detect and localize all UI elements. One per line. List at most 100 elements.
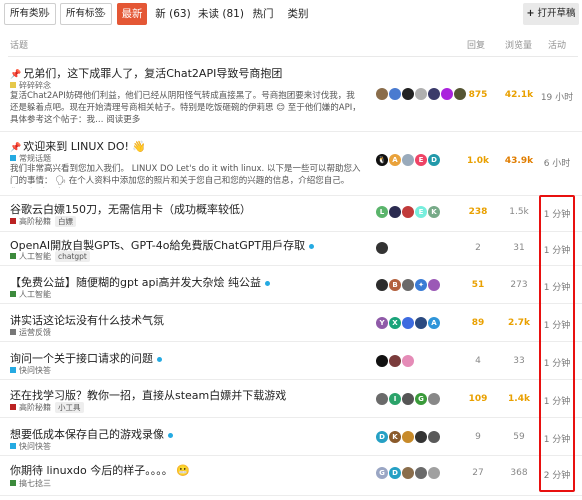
avatar[interactable]: L xyxy=(376,206,388,218)
topic-category[interactable]: 高阶秘籍 白嫖 xyxy=(10,216,76,227)
avatar[interactable]: A xyxy=(428,317,440,329)
avatar[interactable] xyxy=(376,88,388,100)
avatar[interactable]: A xyxy=(389,154,401,166)
avatar[interactable] xyxy=(402,393,414,405)
avatar[interactable]: K xyxy=(389,431,401,443)
avatar[interactable]: D xyxy=(389,467,401,479)
activity-time[interactable]: 6 小时 xyxy=(540,156,574,169)
avatar[interactable] xyxy=(402,154,414,166)
avatar[interactable] xyxy=(441,88,453,100)
topic-title-text[interactable]: 兄弟们，这下成罪人了，复活Chat2API导致号商抱团 xyxy=(23,67,282,80)
avatar[interactable] xyxy=(402,88,414,100)
avatar[interactable]: 🐧 xyxy=(376,154,388,166)
avatar[interactable] xyxy=(376,242,388,254)
tab-new[interactable]: 新 (63) xyxy=(153,3,193,25)
avatar[interactable]: E xyxy=(415,206,427,218)
topic-category[interactable]: 人工智能 chatgpt xyxy=(10,251,90,262)
avatar[interactable] xyxy=(376,355,388,367)
topic-row[interactable]: 【免费公益】随便糊的gpt api高并发大杂烩 纯公益 人工智能 B ✦ 51 … xyxy=(0,266,582,304)
topic-title[interactable]: 你期待 linuxdo 今后的样子。。。。 😬 xyxy=(10,462,190,478)
topic-row[interactable]: 你期待 linuxdo 今后的样子。。。。 😬 搞七捻三 G D 27 368 … xyxy=(0,456,582,496)
avatar[interactable] xyxy=(428,393,440,405)
topic-title[interactable]: 想要低成本保存自己的游戏录像 xyxy=(10,426,173,442)
avatar[interactable] xyxy=(428,279,440,291)
avatar[interactable] xyxy=(402,431,414,443)
avatar[interactable]: E xyxy=(415,154,427,166)
header-views[interactable]: 浏览量 xyxy=(505,38,532,51)
avatar[interactable] xyxy=(415,467,427,479)
avatar[interactable] xyxy=(415,88,427,100)
topic-category[interactable]: 快问快答 xyxy=(10,365,51,376)
avatar[interactable] xyxy=(402,355,414,367)
avatar[interactable]: B xyxy=(389,279,401,291)
reply-count[interactable]: 238 xyxy=(460,207,496,217)
avatar[interactable]: K xyxy=(428,206,440,218)
topic-title[interactable]: 询问一个关于接口请求的问题 xyxy=(10,350,162,366)
topic-tag[interactable]: 小工具 xyxy=(55,402,84,413)
topic-category[interactable]: 高阶秘籍 小工具 xyxy=(10,402,84,413)
header-topic[interactable]: 话题 xyxy=(10,38,28,51)
category-dropdown[interactable]: 所有类别 › xyxy=(4,3,56,25)
reply-count[interactable]: 9 xyxy=(460,432,496,442)
avatar[interactable] xyxy=(428,431,440,443)
tab-top[interactable]: 热门 xyxy=(250,3,276,25)
topic-row[interactable]: 谷歌云白嫖150刀，无需信用卡（成功概率较低） 高阶秘籍 白嫖 L E K 238… xyxy=(0,196,582,232)
avatar[interactable]: X xyxy=(389,317,401,329)
avatar[interactable]: I xyxy=(389,393,401,405)
topic-category[interactable]: 搞七捻三 xyxy=(10,478,51,489)
avatar[interactable] xyxy=(402,467,414,479)
avatar[interactable]: D xyxy=(376,431,388,443)
avatar[interactable] xyxy=(389,206,401,218)
topic-title[interactable]: 讲实话这论坛没有什么技术气氛 xyxy=(10,312,164,328)
avatar[interactable]: G xyxy=(376,467,388,479)
topic-row[interactable]: 还在找学习版？教你一招，直接从steam白嫖并下载游戏 高阶秘籍 小工具 I G … xyxy=(0,380,582,418)
open-draft-button[interactable]: + 打开草稿 xyxy=(523,3,579,25)
topic-title[interactable]: 【免费公益】随便糊的gpt api高并发大杂烩 纯公益 xyxy=(10,274,271,290)
reply-count[interactable]: 109 xyxy=(460,394,496,404)
avatar[interactable] xyxy=(415,431,427,443)
tab-latest[interactable]: 最新 xyxy=(117,3,147,25)
avatar[interactable] xyxy=(376,279,388,291)
topic-category[interactable]: 快问快答 xyxy=(10,441,51,452)
reply-count[interactable]: 51 xyxy=(460,280,496,290)
avatar[interactable]: Y xyxy=(376,317,388,329)
reply-count[interactable]: 89 xyxy=(460,318,496,328)
topic-row[interactable]: 📌 欢迎来到 LINUX DO! 👋 常规话题 我们非常高兴看到您加入我们。 LI… xyxy=(0,132,582,196)
topic-row[interactable]: OpenAI開放自製GPTs、GPT-4o給免費版ChatGPT用戶存取 人工智… xyxy=(0,232,582,266)
avatar[interactable] xyxy=(389,88,401,100)
topic-title-text[interactable]: 欢迎来到 LINUX DO! 👋 xyxy=(23,140,146,153)
header-activity[interactable]: 活动 xyxy=(548,38,566,51)
reply-count[interactable]: 4 xyxy=(460,356,496,366)
topic-category[interactable]: 人工智能 xyxy=(10,289,51,300)
header-replies[interactable]: 回复 xyxy=(467,38,485,51)
reply-count[interactable]: 2 xyxy=(460,243,496,253)
reply-count[interactable]: 27 xyxy=(460,468,496,478)
avatar[interactable] xyxy=(428,88,440,100)
reply-count[interactable]: 875 xyxy=(460,90,496,100)
tab-unread[interactable]: 未读 (81) xyxy=(198,3,244,25)
topic-row[interactable]: 讲实话这论坛没有什么技术气氛 运营反馈 Y X A 89 2.7k 1 分钟 xyxy=(0,304,582,342)
avatar[interactable] xyxy=(389,355,401,367)
activity-time[interactable]: 19 小时 xyxy=(540,90,574,103)
avatar[interactable] xyxy=(428,467,440,479)
avatar[interactable] xyxy=(402,317,414,329)
reply-count[interactable]: 1.0k xyxy=(460,156,496,166)
topic-title-text[interactable]: 询问一个关于接口请求的问题 xyxy=(10,352,153,365)
topic-tag[interactable]: 白嫖 xyxy=(55,216,76,227)
avatar[interactable]: ✦ xyxy=(415,279,427,291)
avatar[interactable] xyxy=(402,206,414,218)
topic-category[interactable]: 运营反馈 xyxy=(10,327,51,338)
topic-row[interactable]: 📌 兄弟们，这下成罪人了，复活Chat2API导致号商抱团 碎碎碎念 复活Chat… xyxy=(0,57,582,132)
topic-tag[interactable]: chatgpt xyxy=(55,251,90,262)
avatar[interactable] xyxy=(402,279,414,291)
topic-row[interactable]: 想要低成本保存自己的游戏录像 快问快答 D K 9 59 1 分钟 xyxy=(0,418,582,456)
tab-categories[interactable]: 类别 xyxy=(285,3,311,25)
topic-title-text[interactable]: 想要低成本保存自己的游戏录像 xyxy=(10,428,164,441)
topic-title[interactable]: 📌 兄弟们，这下成罪人了，复活Chat2API导致号商抱团 xyxy=(10,65,282,81)
avatar[interactable]: G xyxy=(415,393,427,405)
avatar[interactable] xyxy=(415,317,427,329)
avatar[interactable] xyxy=(376,393,388,405)
topic-title-text[interactable]: 【免费公益】随便糊的gpt api高并发大杂烩 纯公益 xyxy=(10,276,261,289)
tag-dropdown[interactable]: 所有标签 › xyxy=(60,3,112,25)
avatar[interactable]: D xyxy=(428,154,440,166)
